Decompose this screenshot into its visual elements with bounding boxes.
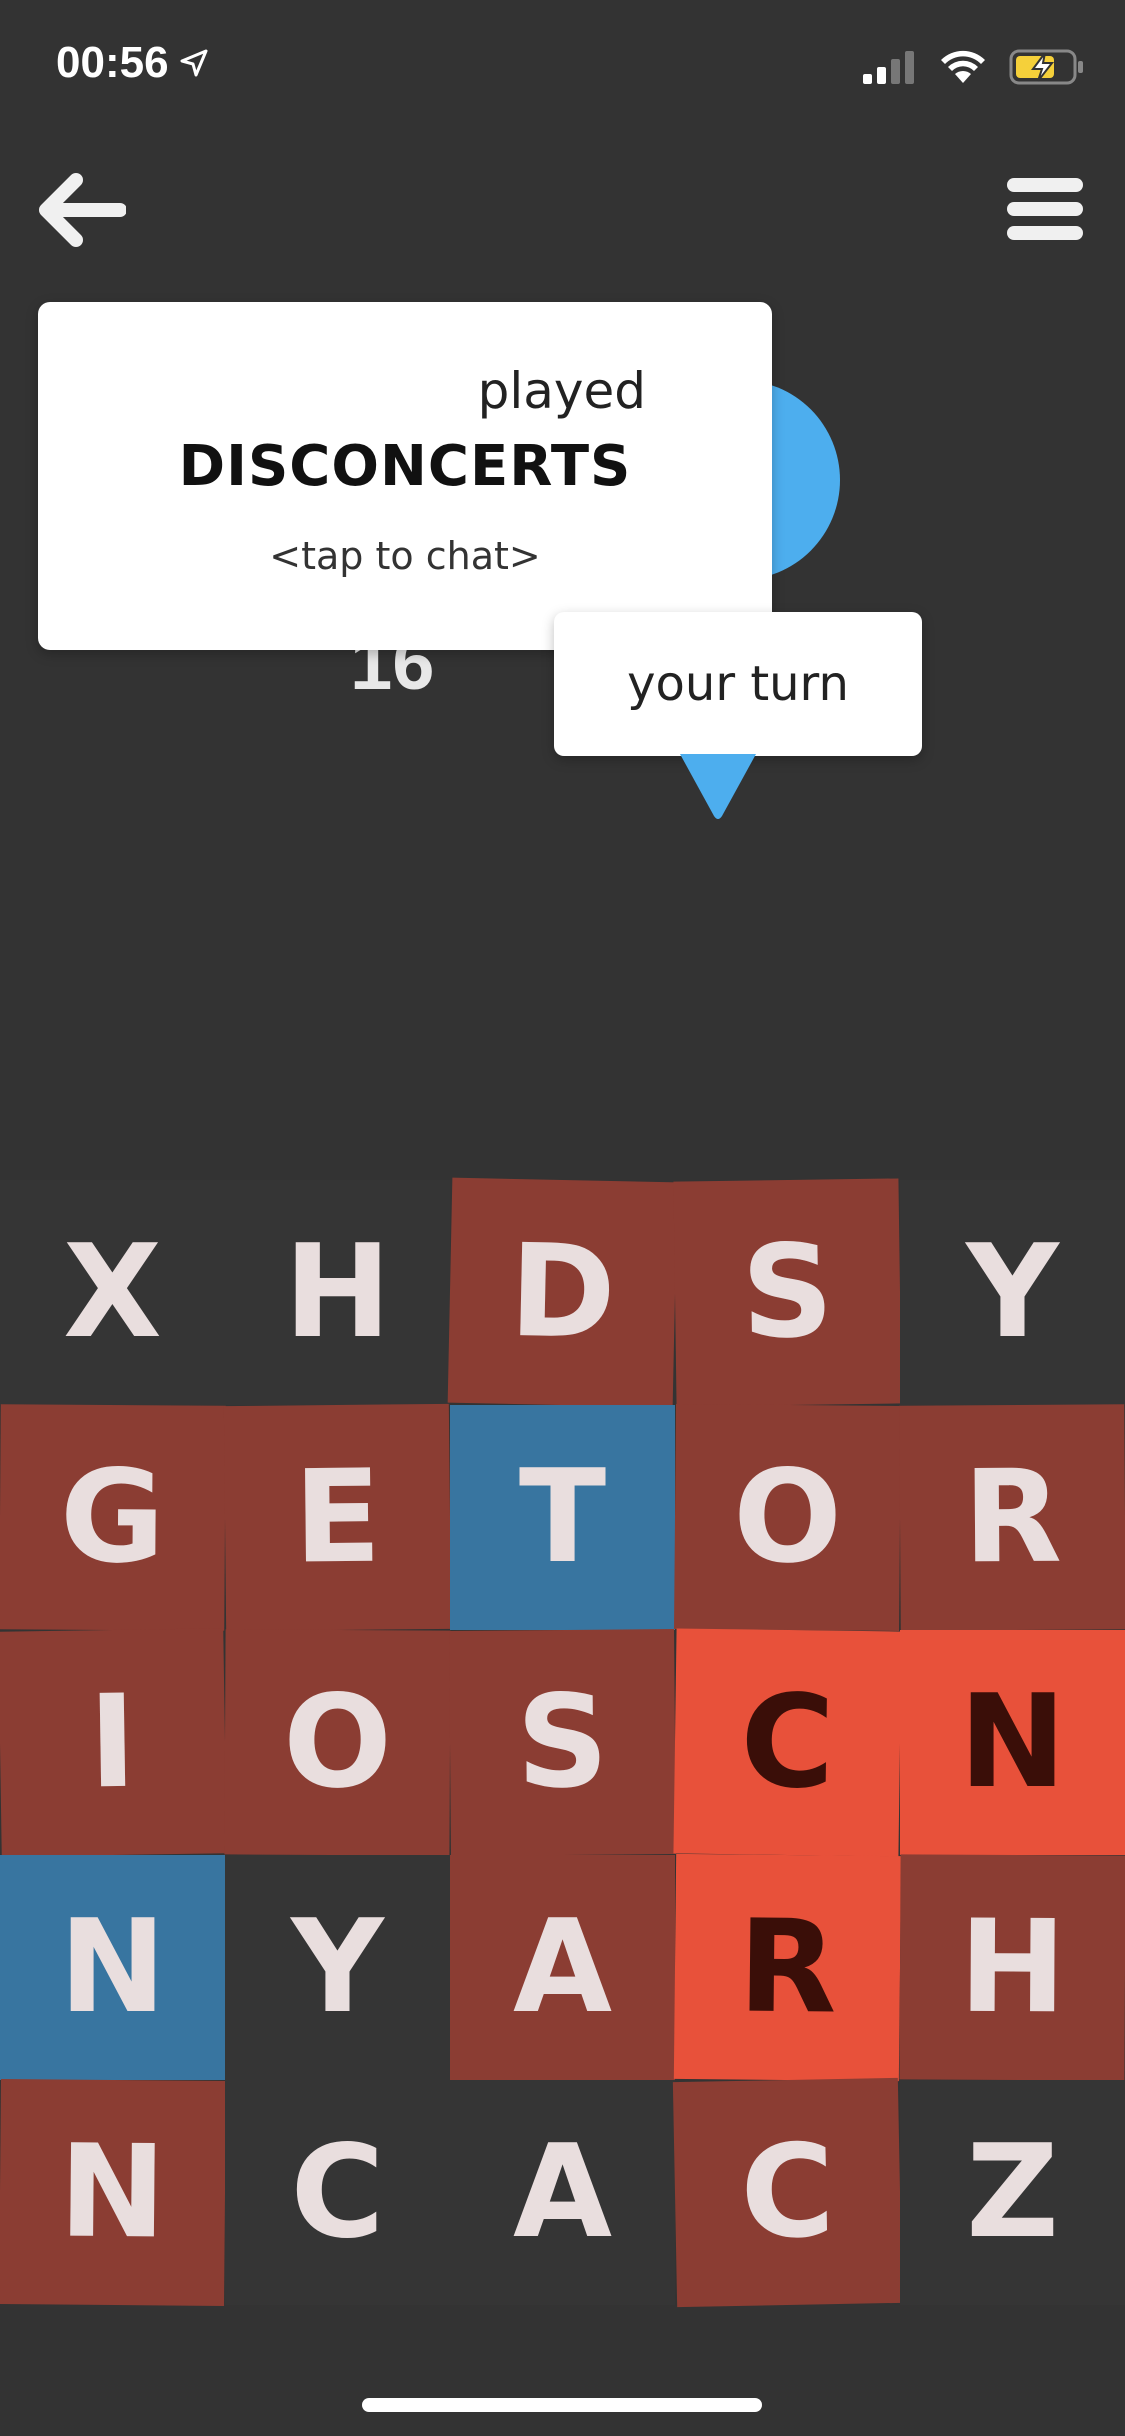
battery-charging-icon [1009, 49, 1083, 85]
wifi-icon [941, 50, 985, 83]
letter-tile[interactable]: A [450, 2080, 675, 2305]
turn-pointer-icon [680, 754, 756, 819]
letter-tile[interactable]: I [0, 1628, 227, 1857]
location-arrow-icon [180, 49, 208, 77]
turn-indicator: your turn [554, 612, 922, 756]
played-label: played [477, 362, 646, 420]
back-arrow-icon[interactable] [36, 170, 126, 250]
letter-tile[interactable]: C [672, 2077, 903, 2308]
letter-tile[interactable]: Y [225, 1855, 450, 2080]
letter-tile[interactable]: S [449, 1629, 676, 1856]
letter-tile[interactable]: X [0, 1180, 225, 1405]
status-icons [863, 48, 1085, 86]
letter-tile[interactable]: N [900, 1630, 1125, 1855]
letter-tile[interactable]: A [450, 1855, 675, 2080]
home-indicator[interactable] [362, 2398, 762, 2412]
letter-tile[interactable]: G [0, 1404, 226, 1631]
letter-tile[interactable]: H [899, 1854, 1125, 2081]
played-word-popup[interactable]: played DISCONCERTS <tap to chat> [38, 302, 772, 650]
letter-tile[interactable]: C [673, 1628, 902, 1857]
letter-tile[interactable]: N [0, 1855, 225, 2080]
status-time: 00:56 [56, 38, 209, 88]
hamburger-menu-icon[interactable] [1005, 176, 1085, 242]
letter-tile[interactable]: D [447, 1177, 678, 1408]
played-word: DISCONCERTS [178, 434, 632, 499]
letter-tile[interactable]: S [673, 1178, 902, 1407]
letter-board: XHDSYGETORIOSCNNYARHNCACZ [0, 1177, 1125, 2308]
letter-tile[interactable]: T [450, 1405, 675, 1630]
letter-tile[interactable]: R [899, 1404, 1125, 1631]
letter-tile[interactable]: O [224, 1629, 451, 1856]
tap-to-chat-hint[interactable]: <tap to chat> [38, 534, 772, 578]
letter-tile[interactable]: O [674, 1404, 901, 1631]
letter-tile[interactable]: R [673, 1853, 902, 2082]
game-screen: 00:56 16 played DISCONCERTS <tap to chat… [0, 0, 1125, 2436]
cellular-signal-icon [863, 51, 914, 84]
letter-tile[interactable]: Y [900, 1180, 1125, 1405]
letter-tile[interactable]: H [225, 1180, 450, 1405]
clock: 00:56 [56, 38, 169, 87]
letter-tile[interactable]: E [223, 1403, 452, 1632]
letter-tile[interactable]: Z [900, 2080, 1125, 2305]
letter-tile[interactable]: N [0, 2079, 226, 2306]
letter-tile[interactable]: C [225, 2080, 450, 2305]
